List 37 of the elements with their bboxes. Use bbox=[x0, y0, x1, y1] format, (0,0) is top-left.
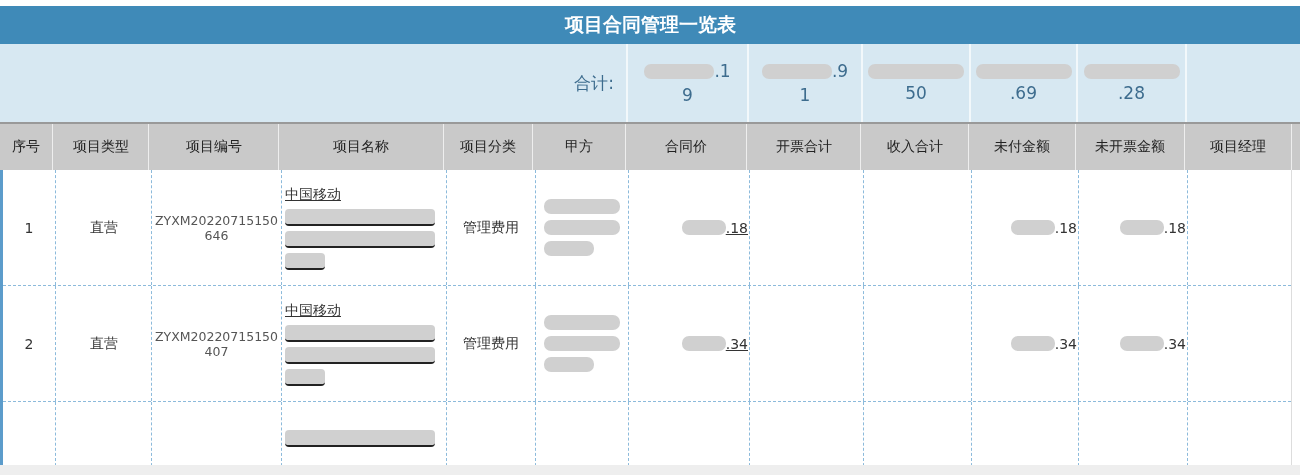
column-header[interactable]: 未付金额 bbox=[969, 124, 1076, 170]
column-header[interactable]: 合同价 bbox=[626, 124, 747, 170]
total-value: .1 bbox=[714, 61, 731, 81]
column-header[interactable]: 序号 bbox=[0, 124, 53, 170]
project-link[interactable]: 中国移动 bbox=[285, 301, 435, 320]
table-cell: 管理费用 bbox=[463, 334, 519, 353]
table-cell: 2 bbox=[24, 335, 34, 352]
total-value: .9 bbox=[831, 61, 849, 81]
column-header[interactable]: 未开票金额 bbox=[1076, 124, 1185, 170]
total-value: 9 bbox=[682, 85, 693, 105]
column-header[interactable]: 项目编号 bbox=[149, 124, 279, 170]
table-cell: 管理费用 bbox=[463, 218, 519, 237]
table-cell: .18 bbox=[1163, 219, 1186, 236]
column-header[interactable]: 项目类型 bbox=[53, 124, 149, 170]
table-cell-text: ZYXM20220715150407 bbox=[154, 328, 279, 359]
total-value: 1 bbox=[799, 85, 811, 105]
contract-price-link[interactable]: .18 bbox=[725, 219, 748, 236]
column-header[interactable]: 项目经理 bbox=[1185, 124, 1292, 170]
table-cell: .34 bbox=[1163, 335, 1186, 352]
total-value: .28 bbox=[1117, 82, 1145, 103]
column-header[interactable]: 项目分类 bbox=[444, 124, 533, 170]
total-label: 合计: bbox=[574, 71, 614, 95]
project-link[interactable]: 中国移动 bbox=[285, 185, 435, 204]
total-value: 50 bbox=[905, 82, 927, 103]
table-title: 项目合同管理一览表 bbox=[0, 6, 1300, 44]
table-cell: .34 bbox=[1054, 335, 1077, 352]
table-cell-text: ZYXM20220715150646 bbox=[154, 212, 279, 243]
table-cell: 直营 bbox=[89, 218, 118, 237]
contract-price-link[interactable]: .34 bbox=[725, 335, 748, 352]
column-header[interactable]: 甲方 bbox=[533, 124, 626, 170]
total-value: .69 bbox=[1009, 82, 1037, 103]
column-header[interactable]: 项目名称 bbox=[279, 124, 444, 170]
table-cell: 直营 bbox=[89, 334, 118, 353]
column-header[interactable]: 收入合计 bbox=[861, 124, 969, 170]
table-cell: .18 bbox=[1054, 219, 1077, 236]
column-header[interactable]: 开票合计 bbox=[747, 124, 861, 170]
table-cell: 1 bbox=[24, 219, 34, 236]
